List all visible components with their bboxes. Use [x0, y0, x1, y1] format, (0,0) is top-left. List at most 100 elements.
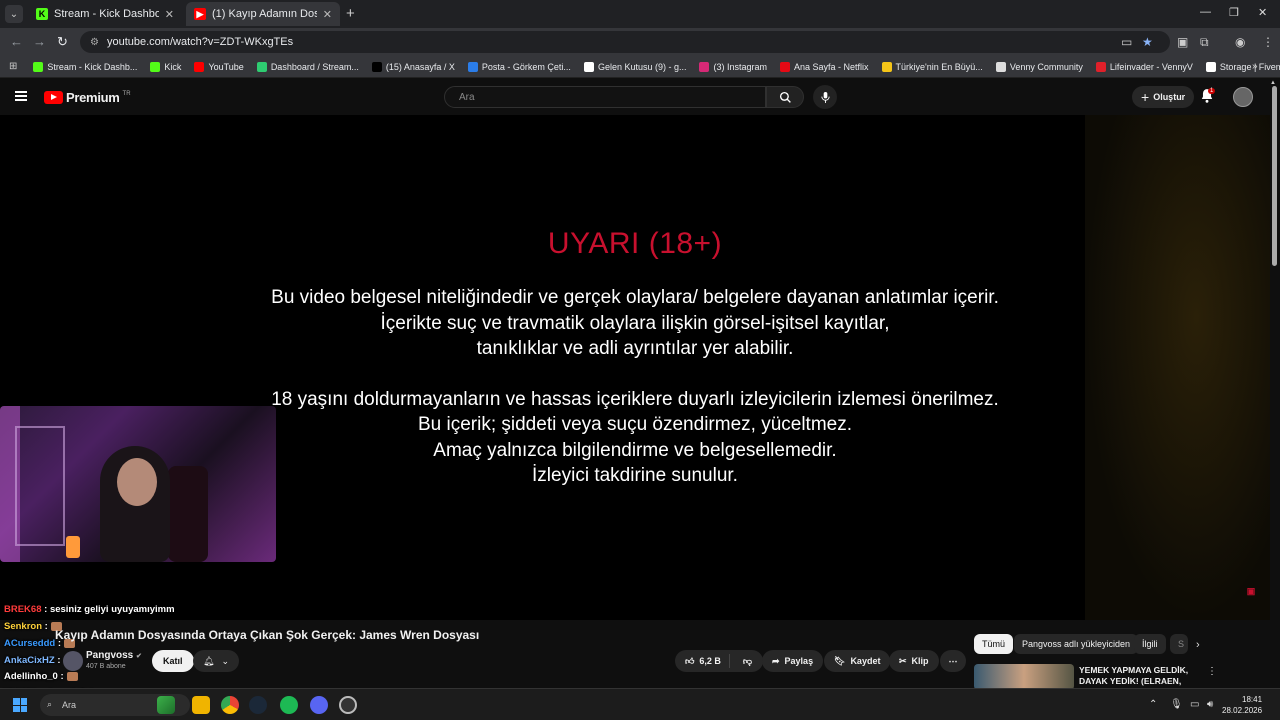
netflix-icon [780, 61, 791, 72]
bookmark-item[interactable]: Posta - Görkem Çeti... [467, 61, 571, 72]
site-info-icon[interactable]: ⚙ [90, 37, 99, 48]
bookmark-item[interactable]: Lifeinvader - VennyV [1095, 61, 1193, 72]
save-button[interactable]: 🔖︎ Kaydet [824, 650, 891, 672]
new-tab-button[interactable]: + [346, 5, 355, 22]
search-button[interactable] [766, 86, 804, 108]
bookmark-icon: 🔖︎ [834, 655, 846, 666]
obs-icon[interactable] [339, 696, 357, 714]
address-bar[interactable]: ⚙ youtube.com/watch?v=ZDT-WKxgTEs [80, 31, 1170, 53]
tab-youtube-video[interactable]: ▶ (1) Kayıp Adamın Dosyasında Or ✕ [186, 2, 340, 26]
more-vert-icon[interactable]: ⋮ [1207, 666, 1217, 677]
join-button[interactable]: Katıl [152, 650, 194, 672]
more-bookmarks-icon[interactable]: » [1252, 61, 1258, 72]
create-button[interactable]: + Oluştur [1132, 86, 1195, 108]
share-button[interactable]: ➦ Paylaş [762, 650, 824, 672]
bookmark-item[interactable]: Kick [150, 61, 181, 72]
discord-icon[interactable] [310, 696, 328, 714]
youtube-icon: ▶ [194, 8, 206, 20]
youtube-icon [194, 61, 205, 72]
microphone-icon[interactable]: 🎙︎ [1170, 699, 1183, 710]
instagram-icon [699, 61, 710, 72]
network-icon[interactable]: ▭ [1190, 699, 1199, 710]
minimize-icon[interactable]: — [1200, 6, 1211, 18]
reload-icon[interactable]: ↻ [57, 34, 68, 50]
forward-icon[interactable]: → [33, 34, 46, 49]
lifeinvader-icon [1095, 61, 1106, 72]
restore-icon[interactable]: ❐ [1229, 6, 1239, 19]
subscriber-count: 407 B abone [86, 663, 126, 670]
volume-icon[interactable]: 🔊︎ [1207, 699, 1213, 710]
kick-icon [150, 61, 161, 72]
chip-from-uploader[interactable]: Pangvoss adlı yükleyiciden [1014, 634, 1139, 654]
dislike-button[interactable]: 👎︎ [735, 656, 760, 667]
menu-icon[interactable] [15, 91, 27, 101]
share-icon: ➦ [772, 655, 780, 666]
plus-icon: + [1141, 89, 1150, 105]
video-side-glow [1085, 115, 1270, 620]
chat-message: BREK68 : sesiniz geliyi uyuyamıyimm [4, 604, 175, 615]
chevron-right-icon[interactable]: › [1196, 639, 1200, 651]
steam-icon[interactable] [249, 696, 267, 714]
taskbar-app-icon[interactable] [157, 696, 175, 714]
close-icon[interactable]: ✕ [165, 8, 174, 21]
back-icon[interactable]: ← [10, 34, 23, 49]
scissors-icon: ✂ [899, 655, 907, 666]
close-window-icon[interactable]: ✕ [1258, 6, 1267, 19]
chip-more[interactable]: S [1170, 634, 1188, 654]
chat-username: BREK68 [4, 604, 42, 615]
menu-dots-icon[interactable]: ⋮ [1262, 35, 1274, 49]
tab-search-button[interactable]: ⌄ [5, 5, 23, 23]
clip-button[interactable]: ✂ Klip [889, 650, 939, 672]
bookmark-item[interactable]: YouTube [194, 61, 244, 72]
search-icon: ⌕ [47, 699, 53, 709]
like-dislike-group: 👍︎ 6,2 B 👎︎ [675, 650, 763, 672]
chevron-down-icon: ⌄ [221, 655, 229, 666]
puzzle-icon[interactable]: ⧉ [1200, 35, 1209, 50]
bookmark-item[interactable]: Ana Sayfa - Netflix [780, 61, 869, 72]
windows-taskbar: ⌕ Ara ⌃ 🎙︎ ▭ 🔊︎ 18:41 28.02.2026 [0, 688, 1280, 720]
search-input[interactable]: Ara [444, 86, 766, 108]
bookmark-item[interactable]: Gelen Kutusu (9) - g... [583, 61, 686, 72]
tray-expand-icon[interactable]: ⌃ [1149, 699, 1157, 710]
chat-text: : sesiniz geliyi uyuyamıyimm [44, 604, 175, 615]
taskbar-clock[interactable]: 18:41 28.02.2026 [1222, 694, 1262, 716]
subscription-bell-button[interactable]: 🔔︎ ⌄ [193, 650, 239, 672]
spotify-icon[interactable] [280, 696, 298, 714]
notification-badge: 1 [1208, 88, 1216, 94]
url-text: youtube.com/watch?v=ZDT-WKxgTEs [106, 36, 294, 48]
windows-start-icon[interactable] [13, 698, 27, 712]
more-actions-button[interactable]: ⋯ [940, 650, 966, 672]
channel-name[interactable]: Pangvoss ✔ [86, 650, 142, 661]
page-scrollbar[interactable] [1272, 86, 1277, 266]
apps-grid-icon[interactable]: ⊞ [9, 61, 17, 72]
tab-kick-dashboard[interactable]: K Stream - Kick Dashboard ✕ [28, 2, 182, 26]
bookmark-item[interactable]: Dashboard / Stream... [256, 61, 359, 72]
like-button[interactable]: 👍︎ 6,2 B [675, 654, 730, 668]
account-avatar[interactable] [1233, 87, 1253, 107]
file-explorer-icon[interactable] [192, 696, 210, 714]
chat-username: Senkron [4, 621, 43, 632]
bookmark-item[interactable]: Venny Community [995, 61, 1083, 72]
profile-icon[interactable]: ◉ [1235, 35, 1245, 49]
chip-all[interactable]: Tümü [974, 634, 1014, 654]
youtube-premium-logo[interactable]: Premium TR [44, 90, 131, 105]
extension-icon[interactable]: ▣ [1177, 35, 1188, 49]
bookmark-item[interactable]: (15) Anasayfa / X [371, 61, 455, 72]
sahibinden-icon [881, 61, 892, 72]
channel-avatar[interactable] [63, 651, 83, 671]
chrome-icon[interactable] [221, 696, 239, 714]
youtube-header: Premium TR Ara + Oluştur 1 [0, 79, 1280, 115]
video-title: Kayıp Adamın Dosyasında Ortaya Çıkan Şok… [55, 628, 480, 642]
bookmark-item[interactable]: Storage | Fivemanage [1205, 61, 1280, 72]
voice-search-button[interactable] [813, 85, 837, 109]
close-icon[interactable]: ✕ [323, 8, 332, 21]
related-video-thumbnail[interactable] [974, 664, 1074, 690]
bookmark-star-icon[interactable]: ★ [1142, 35, 1153, 49]
chip-related[interactable]: İlgili [1134, 634, 1166, 654]
bookmark-item[interactable]: Stream - Kick Dashb... [33, 61, 137, 72]
channel-watermark-icon: ▣ [1246, 586, 1256, 596]
bookmark-item[interactable]: (3) Instagram [699, 61, 767, 72]
warning-title: UYARI (18+) [547, 227, 723, 260]
bookmark-item[interactable]: Türkiye'nin En Büyü... [881, 61, 983, 72]
cast-icon[interactable]: ▭ [1121, 35, 1132, 49]
